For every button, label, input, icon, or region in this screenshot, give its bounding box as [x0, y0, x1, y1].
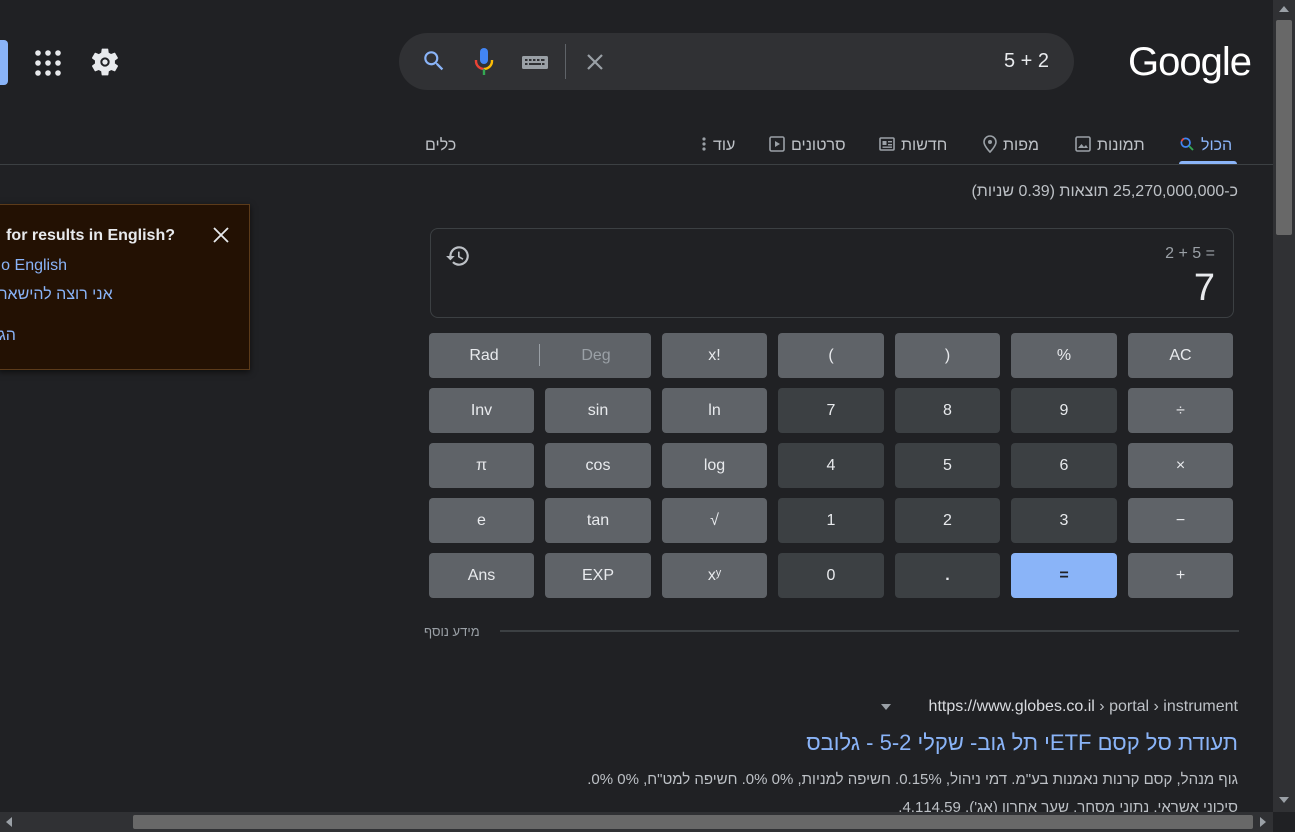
- news-icon: [879, 136, 895, 156]
- digit-0-button[interactable]: 0: [778, 553, 884, 598]
- digit-3-button[interactable]: 3: [1011, 498, 1117, 543]
- rad-deg-divider: [539, 344, 540, 366]
- inverse-button[interactable]: Inv: [429, 388, 534, 433]
- digit-6-button[interactable]: 6: [1011, 443, 1117, 488]
- digit-9-button[interactable]: 9: [1011, 388, 1117, 433]
- scroll-right-icon[interactable]: [1260, 817, 1266, 827]
- vertical-scroll-thumb[interactable]: [1276, 20, 1292, 235]
- tab-news[interactable]: חדשות: [879, 127, 947, 165]
- change-to-english-link[interactable]: o English: [1, 257, 67, 275]
- equals-button[interactable]: =: [1011, 553, 1117, 598]
- digit-5-button[interactable]: 5: [895, 443, 1000, 488]
- right-paren-button[interactable]: ): [895, 333, 1000, 378]
- tab-images[interactable]: תמונות: [1075, 127, 1145, 165]
- more-info-label: מידע נוסף: [424, 624, 480, 639]
- log-button[interactable]: log: [662, 443, 767, 488]
- power-button[interactable]: xʸ: [662, 553, 767, 598]
- calculator-display: 2 + 5 = 7: [430, 228, 1234, 318]
- results-stats: כ-25,270,000,000 תוצאות (0.39 שניות): [971, 183, 1238, 200]
- more-vert-icon: [701, 136, 707, 157]
- ln-button[interactable]: ln: [662, 388, 767, 433]
- image-icon: [1075, 135, 1091, 157]
- tab-more[interactable]: עוד: [701, 127, 735, 165]
- snippet-line: גוף מנהל, קסם קרנות נאמנות בע"מ. דמי ניה…: [587, 771, 1238, 788]
- digit-8-button[interactable]: 8: [895, 388, 1000, 433]
- video-icon: [769, 135, 785, 157]
- left-paren-button[interactable]: (: [778, 333, 884, 378]
- tab-more-label: עוד: [713, 137, 736, 154]
- result-path: › portal › instrument: [1094, 698, 1238, 715]
- factorial-button[interactable]: x!: [662, 333, 767, 378]
- exp-button[interactable]: EXP: [545, 553, 651, 598]
- tab-all[interactable]: הכול: [1179, 127, 1232, 165]
- calculator-result: 7: [1193, 267, 1215, 309]
- tab-maps-label: מפות: [1003, 137, 1039, 154]
- close-icon[interactable]: [583, 50, 607, 74]
- tab-maps[interactable]: מפות: [983, 127, 1039, 165]
- ans-button[interactable]: Ans: [429, 553, 534, 598]
- tab-tools-label: כלים: [425, 137, 457, 154]
- scrollbar-corner: [1273, 812, 1295, 832]
- scroll-up-icon[interactable]: [1279, 6, 1289, 12]
- search-box[interactable]: 5 + 2: [399, 33, 1074, 90]
- divide-button[interactable]: ÷: [1128, 388, 1233, 433]
- digit-1-button[interactable]: 1: [778, 498, 884, 543]
- language-settings-link[interactable]: הג: [0, 327, 16, 345]
- close-icon[interactable]: [211, 225, 231, 245]
- search-icon[interactable]: [421, 48, 447, 74]
- percent-button[interactable]: %: [1011, 333, 1117, 378]
- apps-grid-icon[interactable]: [33, 48, 63, 78]
- google-logo[interactable]: Google: [1128, 40, 1252, 85]
- tab-all-label: הכול: [1201, 137, 1233, 154]
- gear-icon[interactable]: [89, 46, 121, 78]
- sign-in-button[interactable]: [0, 40, 8, 85]
- mic-icon[interactable]: [473, 47, 495, 77]
- search-input[interactable]: 5 + 2: [1004, 50, 1049, 73]
- e-button[interactable]: e: [429, 498, 534, 543]
- tab-tools[interactable]: כלים: [425, 127, 456, 165]
- tab-videos-label: סרטונים: [791, 137, 846, 154]
- tan-button[interactable]: tan: [545, 498, 651, 543]
- horizontal-scroll-thumb[interactable]: [133, 815, 1253, 829]
- result-title-link[interactable]: תעודת סל קסם ETFי תל גוב- שקלי 5-2 - גלו…: [806, 730, 1238, 756]
- result-cite[interactable]: https://www.globes.co.il › portal › inst…: [929, 698, 1238, 716]
- digit-4-button[interactable]: 4: [778, 443, 884, 488]
- calculator-expression: 2 + 5 =: [1165, 245, 1215, 262]
- map-pin-icon: [983, 134, 997, 158]
- cos-button[interactable]: cos: [545, 443, 651, 488]
- result-menu-icon[interactable]: [881, 704, 891, 710]
- add-button[interactable]: +: [1128, 553, 1233, 598]
- pi-button[interactable]: π: [429, 443, 534, 488]
- scroll-down-icon[interactable]: [1279, 797, 1289, 803]
- language-popup: for results in English? o English אני רו…: [0, 204, 250, 370]
- scroll-left-icon[interactable]: [6, 817, 12, 827]
- keyboard-icon[interactable]: [521, 52, 549, 72]
- popup-title: for results in English?: [6, 227, 175, 244]
- tab-images-label: תמונות: [1097, 137, 1145, 154]
- digit-2-button[interactable]: 2: [895, 498, 1000, 543]
- search-icon: [1179, 136, 1195, 157]
- all-clear-button[interactable]: AC: [1128, 333, 1233, 378]
- rad-option[interactable]: Rad: [429, 347, 539, 365]
- more-info-divider: [500, 630, 1239, 632]
- history-icon[interactable]: [445, 243, 471, 269]
- sin-button[interactable]: sin: [545, 388, 651, 433]
- tab-videos[interactable]: סרטונים: [769, 127, 846, 165]
- deg-option[interactable]: Deg: [541, 347, 651, 365]
- stay-in-language-link[interactable]: אני רוצה להישאר: [0, 286, 113, 304]
- multiply-button[interactable]: ×: [1128, 443, 1233, 488]
- searchbox-divider: [565, 44, 566, 79]
- search-tabs: הכול תמונות מפות חדשות סרטונים עוד כלים: [0, 127, 1273, 167]
- subtract-button[interactable]: −: [1128, 498, 1233, 543]
- rad-deg-toggle[interactable]: Rad Deg: [429, 333, 651, 378]
- result-url: https://www.globes.co.il: [928, 698, 1095, 715]
- digit-7-button[interactable]: 7: [778, 388, 884, 433]
- sqrt-button[interactable]: √: [662, 498, 767, 543]
- tab-news-label: חדשות: [901, 137, 948, 154]
- tabs-divider: [0, 164, 1273, 165]
- decimal-button[interactable]: .: [895, 553, 1000, 598]
